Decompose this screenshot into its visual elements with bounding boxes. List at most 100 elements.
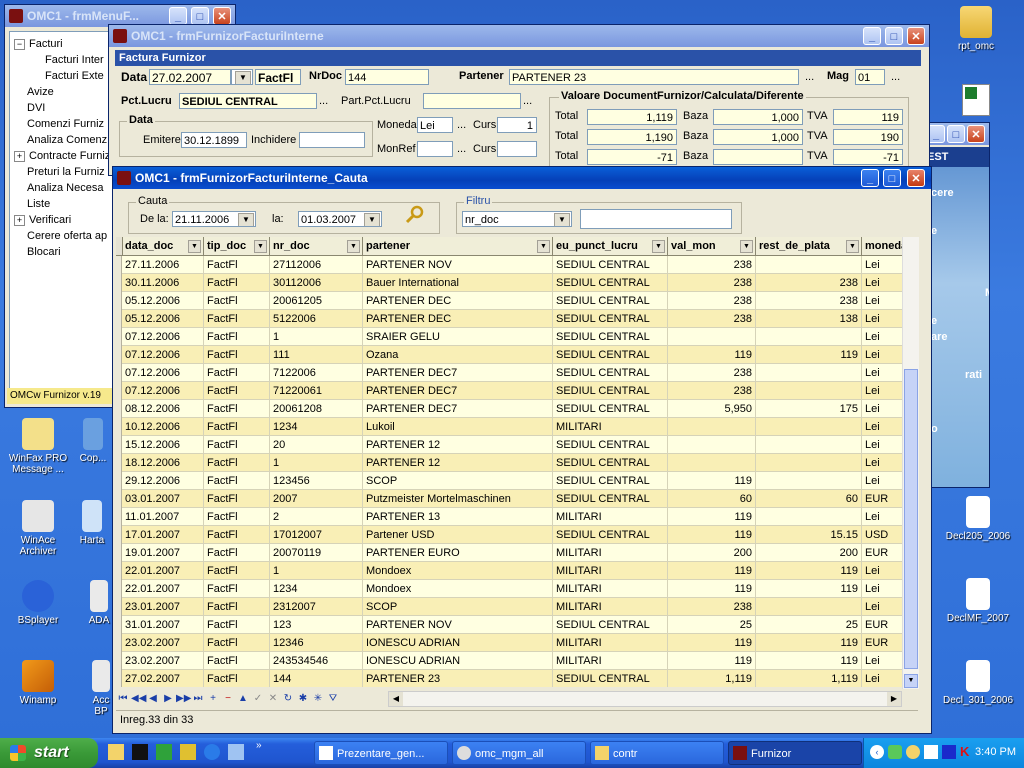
filter-icon[interactable]: ⛛	[326, 692, 340, 706]
table-row[interactable]: 05.12.2006 FactFl 5122006 PARTENER DEC SEDIU…	[116, 310, 904, 328]
tree-item[interactable]: Facturi Inter	[10, 52, 104, 68]
table-cell-val-mon[interactable]: 119	[668, 346, 756, 364]
table-cell-partener[interactable]: PARTENER DEC7	[363, 364, 553, 382]
table-cell-val-mon[interactable]: 119	[668, 472, 756, 490]
table-row[interactable]: 23.01.2007 FactFl 2312007 SCOP MILITARI 238 Le…	[116, 598, 904, 616]
table-cell-rest-de-plata[interactable]: 15.15	[756, 526, 862, 544]
table-cell-rest-de-plata[interactable]: 238	[756, 292, 862, 310]
table-cell-val-mon[interactable]	[668, 328, 756, 346]
table-cell-val-mon[interactable]: 238	[668, 256, 756, 274]
table-cell-eu-punct-lucru[interactable]: SEDIUL CENTRAL	[553, 472, 668, 490]
table-cell-nr-doc[interactable]: 12346	[270, 634, 363, 652]
table-cell-rest-de-plata[interactable]	[756, 328, 862, 346]
close-button[interactable]: ✕	[907, 27, 925, 45]
tree-item[interactable]: Analiza Comenz	[10, 132, 107, 148]
table-row[interactable]: 22.01.2007 FactFl 1 Mondoex MILITARI 119 119 Le…	[116, 562, 904, 580]
table-cell-rest-de-plata[interactable]	[756, 364, 862, 382]
table-cell-data-doc[interactable]: 07.12.2006	[122, 382, 204, 400]
table-cell-data-doc[interactable]: 22.01.2007	[122, 580, 204, 598]
desktop-icon-winace[interactable]: WinAce Archiver	[2, 500, 74, 557]
desktop-icon-rpt-omc[interactable]: rpt_omc	[940, 6, 1012, 52]
refresh-icon[interactable]: ↻	[281, 692, 295, 706]
close-button[interactable]: ✕	[907, 169, 925, 187]
table-cell-tip-doc[interactable]: FactFl	[204, 454, 270, 472]
scroll-thumb[interactable]	[904, 369, 918, 669]
table-cell-tip-doc[interactable]: FactFl	[204, 256, 270, 274]
table-cell-eu-punct-lucru[interactable]: MILITARI	[553, 652, 668, 670]
table-cell-val-mon[interactable]: 119	[668, 634, 756, 652]
table-cell-data-doc[interactable]: 07.12.2006	[122, 328, 204, 346]
partener-lookup-button[interactable]: ...	[805, 71, 814, 83]
table-cell-partener[interactable]: SCOP	[363, 472, 553, 490]
table-cell-val-mon[interactable]: 238	[668, 364, 756, 382]
table-cell-eu-punct-lucru[interactable]: SEDIUL CENTRAL	[553, 454, 668, 472]
table-cell-partener[interactable]: PARTENER DEC7	[363, 382, 553, 400]
table-cell-moneda[interactable]: Lei	[862, 400, 904, 418]
table-cell-val-mon[interactable]	[668, 454, 756, 472]
app-icon[interactable]	[156, 744, 172, 760]
add-record-icon[interactable]: +	[206, 692, 220, 706]
desktop-icon-declmf[interactable]: DeclMF_2007	[936, 578, 1020, 624]
cancel-record-icon[interactable]: ✕	[266, 692, 280, 706]
table-cell-nr-doc[interactable]: 2007	[270, 490, 363, 508]
table-cell-moneda[interactable]: Lei	[862, 562, 904, 580]
table-cell-nr-doc[interactable]: 7122006	[270, 364, 363, 382]
table-cell-partener[interactable]: PARTENER NOV	[363, 616, 553, 634]
table-cell-rest-de-plata[interactable]	[756, 454, 862, 472]
table-cell-partener[interactable]: PARTENER 12	[363, 454, 553, 472]
table-cell-moneda[interactable]: Lei	[862, 292, 904, 310]
curs2-field[interactable]	[497, 141, 537, 157]
tray-icon[interactable]: K	[960, 745, 974, 759]
tray-icon[interactable]	[942, 745, 956, 759]
table-cell-val-mon[interactable]: 119	[668, 562, 756, 580]
table-cell-eu-punct-lucru[interactable]: MILITARI	[553, 634, 668, 652]
emitere-field[interactable]: 30.12.1899	[181, 132, 247, 148]
test-item[interactable]: M	[985, 287, 989, 299]
table-cell-tip-doc[interactable]: FactFl	[204, 418, 270, 436]
filtru-field-select[interactable]: nr_doc ▼	[462, 211, 572, 227]
edit-record-icon[interactable]: ▲	[236, 692, 250, 706]
chevron-down-icon[interactable]: ▼	[846, 240, 859, 253]
desktop-icon-acc[interactable]: Acc BP	[88, 660, 114, 717]
test-item[interactable]: cere	[931, 187, 954, 199]
table-cell-eu-punct-lucru[interactable]: SEDIUL CENTRAL	[553, 328, 668, 346]
table-cell-tip-doc[interactable]: FactFl	[204, 472, 270, 490]
monref-field[interactable]	[417, 141, 453, 157]
column-header-moneda[interactable]: moneda	[862, 237, 904, 255]
table-cell-partener[interactable]: SCOP	[363, 598, 553, 616]
table-cell-val-mon[interactable]: 5,950	[668, 400, 756, 418]
desktop-icon-harta[interactable]: Harta	[72, 500, 112, 546]
column-header-partener[interactable]: partener ▼	[363, 237, 553, 255]
table-cell-moneda[interactable]: Lei	[862, 580, 904, 598]
table-cell-tip-doc[interactable]: FactFl	[204, 508, 270, 526]
test-item[interactable]: o	[931, 423, 938, 435]
table-row[interactable]: 27.11.2006 FactFl 27112006 PARTENER NOV SEDI…	[116, 256, 904, 274]
maximize-button[interactable]: □	[885, 27, 903, 45]
table-cell-nr-doc[interactable]: 1	[270, 328, 363, 346]
tree-item[interactable]: DVI	[10, 100, 45, 116]
table-row[interactable]: 08.12.2006 FactFl 20061208 PARTENER DEC7 SED…	[116, 400, 904, 418]
browser-icon[interactable]	[204, 744, 220, 760]
table-row[interactable]: 18.12.2006 FactFl 1 PARTENER 12 SEDIUL CENTR…	[116, 454, 904, 472]
inchidere-field[interactable]	[299, 132, 365, 148]
table-cell-eu-punct-lucru[interactable]: MILITARI	[553, 544, 668, 562]
table-cell-data-doc[interactable]: 27.11.2006	[122, 256, 204, 274]
pct-lucru-field[interactable]: SEDIUL CENTRAL	[179, 93, 317, 109]
table-cell-partener[interactable]: PARTENER 23	[363, 670, 553, 687]
table-cell-moneda[interactable]: Lei	[862, 274, 904, 292]
table-cell-moneda[interactable]: Lei	[862, 472, 904, 490]
table-cell-tip-doc[interactable]: FactFl	[204, 580, 270, 598]
table-cell-nr-doc[interactable]: 111	[270, 346, 363, 364]
table-cell-moneda[interactable]: Lei	[862, 310, 904, 328]
part-pct-lucru-field[interactable]	[423, 93, 521, 109]
app-icon[interactable]	[180, 744, 196, 760]
table-cell-rest-de-plata[interactable]	[756, 436, 862, 454]
table-cell-moneda[interactable]: USD	[862, 526, 904, 544]
table-cell-partener[interactable]: Mondoex	[363, 580, 553, 598]
clear-filter-icon[interactable]: ✳	[311, 692, 325, 706]
table-cell-moneda[interactable]: Lei	[862, 346, 904, 364]
table-cell-nr-doc[interactable]: 123	[270, 616, 363, 634]
maximize-button[interactable]: □	[947, 125, 965, 143]
tree-item[interactable]: Blocari	[10, 244, 61, 260]
bookmark-icon[interactable]: ✱	[296, 692, 310, 706]
